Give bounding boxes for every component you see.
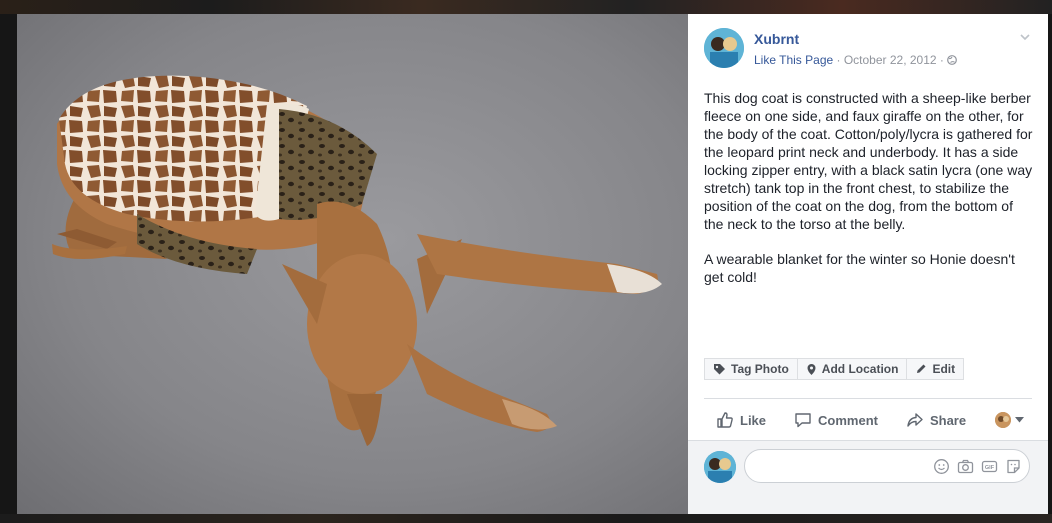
edit-button[interactable]: Edit — [906, 358, 965, 380]
edit-label: Edit — [932, 362, 956, 376]
globe-icon[interactable] — [947, 53, 958, 67]
share-icon — [907, 413, 923, 427]
thumbs-up-icon — [717, 412, 733, 428]
post-meta: Like This Page · October 22, 2012 · — [754, 53, 958, 67]
post-date[interactable]: October 22, 2012 — [844, 53, 937, 67]
caret-down-icon — [1015, 417, 1024, 423]
background-top-strip — [0, 0, 1052, 14]
avatar — [995, 412, 1011, 428]
divider — [704, 398, 1032, 399]
location-pin-icon — [807, 363, 816, 375]
tag-photo-button[interactable]: Tag Photo — [704, 358, 798, 380]
comment-composer: GIF — [688, 440, 1048, 514]
comment-button[interactable]: Comment — [794, 411, 878, 429]
caption-paragraph-1: This dog coat is constructed with a shee… — [704, 90, 1037, 232]
post-caption: This dog coat is constructed with a shee… — [704, 89, 1034, 303]
comment-icon — [795, 413, 811, 428]
post-panel: Xubrnt Like This Page · October 22, 2012… — [688, 14, 1048, 514]
like-button[interactable]: Like — [716, 411, 766, 429]
reaction-as-selector[interactable] — [995, 412, 1024, 428]
emoji-icon[interactable] — [933, 458, 950, 475]
sticker-icon[interactable] — [1005, 458, 1022, 475]
add-location-label: Add Location — [821, 362, 899, 376]
add-location-button[interactable]: Add Location — [796, 358, 908, 380]
meta-separator: · — [833, 53, 844, 67]
avatar-image — [704, 28, 744, 68]
camera-icon[interactable] — [957, 458, 974, 475]
page-name-link[interactable]: Xubrnt — [754, 31, 799, 47]
share-button[interactable]: Share — [906, 411, 966, 429]
caption-paragraph-2: A wearable blanket for the winter so Hon… — [704, 251, 1019, 285]
reaction-bar: Like Comment Share — [704, 406, 1032, 434]
page-avatar[interactable] — [704, 28, 744, 68]
svg-text:GIF: GIF — [985, 465, 995, 471]
post-header: Xubrnt Like This Page · October 22, 2012… — [704, 28, 1032, 72]
tag-photo-label: Tag Photo — [731, 362, 789, 376]
share-label: Share — [929, 412, 967, 428]
meta-separator: · — [936, 53, 948, 67]
like-label: Like — [740, 412, 767, 428]
dog-photo[interactable] — [17, 14, 688, 514]
background-bottom-strip — [0, 514, 1052, 523]
dog-photo-image — [17, 14, 688, 514]
comment-icons: GIF — [933, 458, 1022, 475]
avatar — [704, 451, 736, 483]
gif-icon[interactable]: GIF — [981, 458, 998, 475]
comment-label: Comment — [818, 412, 878, 428]
tag-icon — [714, 363, 725, 374]
chevron-down-icon[interactable] — [1018, 30, 1032, 44]
pencil-icon — [917, 364, 926, 373]
like-page-link[interactable]: Like This Page — [754, 53, 833, 67]
photo-actions: Tag Photo Add Location Edit — [704, 358, 965, 382]
